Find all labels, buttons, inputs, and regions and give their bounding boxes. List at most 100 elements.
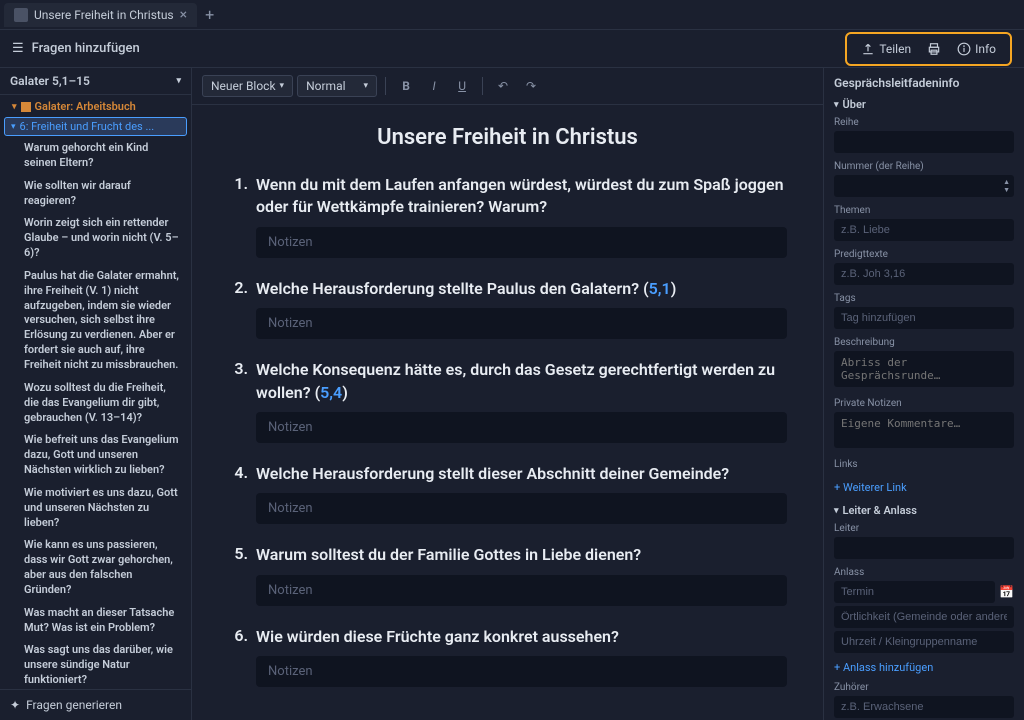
- toolbar-title[interactable]: Fragen hinzufügen: [32, 41, 140, 56]
- number-input[interactable]: [834, 175, 1014, 197]
- question-item[interactable]: 2. Welche Herausforderung stellte Paulus…: [228, 278, 787, 300]
- question-item[interactable]: 1. Wenn du mit dem Laufen anfangen würde…: [228, 174, 787, 219]
- share-button[interactable]: Teilen: [855, 38, 917, 60]
- notes-input[interactable]: Notizen: [256, 656, 787, 687]
- about-section-header[interactable]: ▾ Über: [824, 94, 1024, 115]
- document-icon: [14, 8, 28, 22]
- navigation-tree: ▾ Galater: Arbeitsbuch ▾ 6: Freiheit und…: [0, 95, 191, 689]
- question-number: 6.: [228, 626, 248, 648]
- question-number: 2.: [228, 278, 248, 300]
- question-number: 4.: [228, 463, 248, 485]
- document-title[interactable]: Unsere Freiheit in Christus: [228, 125, 787, 150]
- question-text: Wenn du mit dem Laufen anfangen würdest,…: [256, 174, 787, 219]
- notes-input[interactable]: Notizen: [256, 227, 787, 258]
- audience-input[interactable]: [834, 696, 1014, 718]
- notes-input[interactable]: Notizen: [256, 412, 787, 443]
- redo-button[interactable]: ↷: [519, 74, 543, 98]
- tree-question[interactable]: Wozu solltest du die Freiheit, die das E…: [0, 377, 191, 430]
- info-panel: Gesprächsleitfadeninfo ▾ Über Reihe Numm…: [824, 68, 1024, 720]
- field-label: Reihe: [834, 117, 1014, 128]
- question-item[interactable]: 4. Welche Herausforderung stellt dieser …: [228, 463, 787, 485]
- tree-question[interactable]: Worin zeigt sich ein rettender Glaube – …: [0, 212, 191, 265]
- tree-book[interactable]: ▾ Galater: Arbeitsbuch: [0, 97, 191, 116]
- tree-question[interactable]: Was sagt uns das darüber, wie unsere sün…: [0, 639, 191, 689]
- verse-reference[interactable]: 5,4: [320, 383, 342, 402]
- undo-button[interactable]: ↶: [491, 74, 515, 98]
- chevron-down-icon: ▾: [364, 81, 369, 91]
- leader-input[interactable]: [834, 537, 1014, 559]
- tree-question[interactable]: Was macht an dieser Tatsache Mut? Was is…: [0, 602, 191, 640]
- add-occasion-button[interactable]: + Anlass hinzufügen: [824, 659, 1024, 680]
- add-tab-button[interactable]: +: [197, 5, 222, 24]
- question-text: Welche Herausforderung stellt dieser Abs…: [256, 463, 729, 485]
- editor-toolbar: Neuer Block ▾ Normal ▾ B I U ↶ ↷: [192, 68, 823, 105]
- time-input[interactable]: [834, 631, 1014, 653]
- leader-section-header[interactable]: ▾ Leiter & Anlass: [824, 500, 1024, 521]
- question-number: 5.: [228, 544, 248, 566]
- question-text: Warum solltest du der Familie Gottes in …: [256, 544, 641, 566]
- private-notes-input[interactable]: [834, 412, 1014, 448]
- verse-reference[interactable]: 5,1: [649, 279, 671, 298]
- question-number: 1.: [228, 174, 248, 219]
- field-label: Predigttexte: [834, 249, 1014, 260]
- menu-icon[interactable]: ☰: [12, 41, 24, 56]
- spinner-buttons[interactable]: ▲▼: [1003, 178, 1010, 194]
- question-text: Welche Konsequenz hätte es, durch das Ge…: [256, 359, 787, 404]
- series-input[interactable]: [834, 131, 1014, 153]
- bold-button[interactable]: B: [394, 74, 418, 98]
- question-item[interactable]: 3. Welche Konsequenz hätte es, durch das…: [228, 359, 787, 404]
- chevron-down-icon: ▾: [834, 100, 839, 110]
- themes-input[interactable]: [834, 219, 1014, 241]
- description-input[interactable]: [834, 351, 1014, 387]
- field-label: Beschreibung: [834, 337, 1014, 348]
- chevron-down-icon: ▾: [834, 506, 839, 516]
- question-number: 3.: [228, 359, 248, 404]
- editor-content[interactable]: Unsere Freiheit in Christus 1. Wenn du m…: [192, 105, 823, 720]
- add-link-button[interactable]: + Weiterer Link: [824, 479, 1024, 500]
- sermon-texts-input[interactable]: [834, 263, 1014, 285]
- generate-questions-button[interactable]: ✦ Fragen generieren: [0, 689, 191, 720]
- tags-input[interactable]: [834, 307, 1014, 329]
- location-input[interactable]: [834, 606, 1014, 628]
- underline-button[interactable]: U: [450, 74, 474, 98]
- field-label: Zuhörer: [834, 682, 1014, 693]
- date-input[interactable]: [834, 581, 995, 603]
- field-label: Themen: [834, 205, 1014, 216]
- tree-question[interactable]: Paulus hat die Galater ermahnt, ihre Fre…: [0, 265, 191, 377]
- notes-input[interactable]: Notizen: [256, 493, 787, 524]
- sidebar-header[interactable]: Galater 5,1–15 ▾: [0, 68, 191, 95]
- field-label: Anlass: [834, 567, 1014, 578]
- chevron-down-icon: ▾: [176, 76, 181, 86]
- print-button[interactable]: [921, 38, 947, 60]
- tree-chapter-selected[interactable]: ▾ 6: Freiheit und Frucht des ...: [4, 117, 187, 136]
- notes-input[interactable]: Notizen: [256, 308, 787, 339]
- print-icon: [927, 42, 941, 56]
- italic-button[interactable]: I: [422, 74, 446, 98]
- upload-icon: [861, 42, 875, 56]
- tree-question[interactable]: Wie befreit uns das Evangelium dazu, Got…: [0, 429, 191, 482]
- field-label: Links: [834, 459, 1014, 470]
- divider: [385, 77, 386, 95]
- info-button[interactable]: Info: [951, 38, 1002, 60]
- info-icon: [957, 42, 971, 56]
- calendar-icon[interactable]: 📅: [999, 585, 1014, 599]
- style-dropdown[interactable]: Normal ▾: [297, 75, 377, 97]
- editor-pane: Neuer Block ▾ Normal ▾ B I U ↶ ↷ Unsere …: [192, 68, 824, 720]
- sparkle-icon: ✦: [10, 698, 20, 712]
- sidebar: Galater 5,1–15 ▾ ▾ Galater: Arbeitsbuch …: [0, 68, 192, 720]
- tree-question[interactable]: Wie sollten wir darauf reagieren?: [0, 175, 191, 213]
- tree-question[interactable]: Wie motiviert es uns dazu, Gott und unse…: [0, 482, 191, 535]
- tab-document[interactable]: Unsere Freiheit in Christus ×: [4, 3, 197, 27]
- panel-title: Gesprächsleitfadeninfo: [824, 68, 1024, 94]
- question-item[interactable]: 6. Wie würden diese Früchte ganz konkret…: [228, 626, 787, 648]
- toolbar-actions-highlighted: Teilen Info: [845, 32, 1012, 66]
- block-type-dropdown[interactable]: Neuer Block ▾: [202, 75, 293, 97]
- question-text: Welche Herausforderung stellte Paulus de…: [256, 278, 676, 300]
- notes-input[interactable]: Notizen: [256, 575, 787, 606]
- tree-question[interactable]: Wie kann es uns passieren, dass wir Gott…: [0, 534, 191, 601]
- question-item[interactable]: 5. Warum solltest du der Familie Gottes …: [228, 544, 787, 566]
- close-icon[interactable]: ×: [180, 7, 187, 23]
- tree-question[interactable]: Warum gehorcht ein Kind seinen Eltern?: [0, 137, 191, 175]
- field-label: Tags: [834, 293, 1014, 304]
- chevron-down-icon: ▾: [280, 81, 285, 91]
